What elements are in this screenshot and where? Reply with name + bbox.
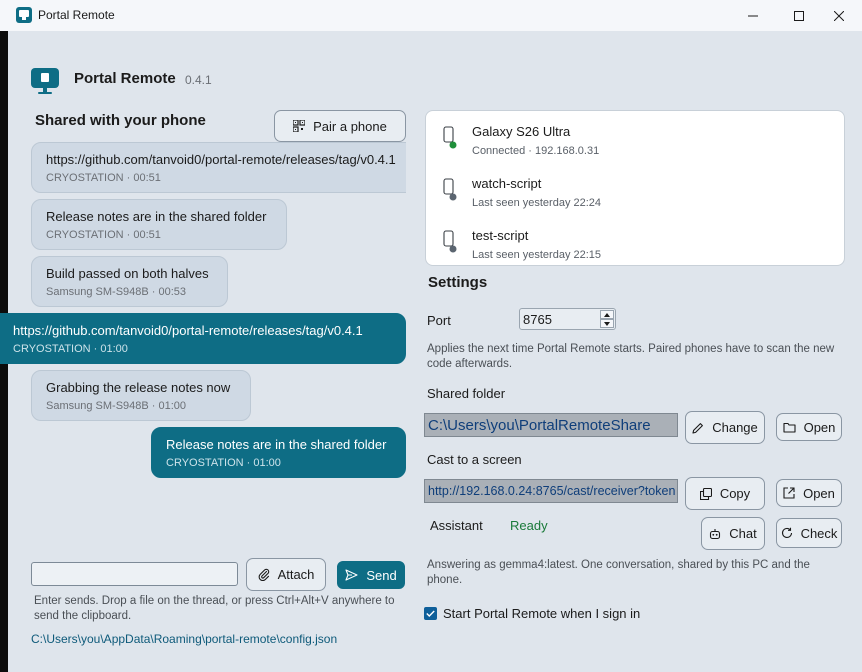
- chat-button[interactable]: Chat: [701, 517, 765, 550]
- device-name: Galaxy S26 Ultra: [472, 124, 571, 139]
- chat-label: Chat: [729, 526, 757, 541]
- device-status: Last seen yesterday 22:15: [472, 249, 602, 261]
- message-text: Release notes are in the shared folder: [166, 437, 387, 452]
- message-bubble-own[interactable]: https://github.com/tanvoid0/portal-remot…: [0, 313, 406, 364]
- close-icon: [834, 10, 844, 21]
- assistant-help-text: Answering as gemma4:latest. One conversa…: [427, 559, 810, 586]
- settings-title: Settings: [428, 274, 488, 291]
- checkmark-icon: [426, 610, 435, 617]
- device-status: Last seen yesterday 22:24: [472, 197, 602, 209]
- message-text: Release notes are in the shared folder: [46, 209, 267, 224]
- chevron-down-icon: [604, 321, 610, 326]
- port-increment-button[interactable]: [600, 310, 614, 319]
- attach-button[interactable]: Attach: [246, 558, 326, 591]
- message-bubble[interactable]: Release notes are in the shared folder C…: [31, 199, 287, 250]
- window-title: Portal Remote: [38, 8, 115, 22]
- assistant-label: Assistant: [430, 518, 483, 533]
- change-folder-button[interactable]: Change: [685, 411, 765, 444]
- attach-label: Attach: [277, 567, 315, 582]
- port-spinbox[interactable]: 8765: [519, 308, 616, 330]
- close-button[interactable]: [816, 0, 862, 31]
- message-text: Grabbing the release notes now: [46, 380, 231, 395]
- shared-folder-field[interactable]: C:\Users\you\PortalRemoteShare: [424, 413, 678, 437]
- status-dot: [449, 245, 457, 253]
- copy-url-button[interactable]: Copy: [685, 477, 765, 510]
- send-button[interactable]: Send: [337, 561, 405, 589]
- send-icon: [345, 569, 358, 581]
- device-name: test-script: [472, 228, 529, 243]
- change-label: Change: [712, 420, 758, 435]
- shared-folder-label: Shared folder: [427, 386, 506, 401]
- phone-icon: [443, 230, 457, 253]
- device-name: watch-script: [472, 176, 542, 191]
- folder-icon: [783, 422, 796, 433]
- shared-folder-value: C:\Users\you\PortalRemoteShare: [428, 417, 651, 434]
- app-icon: [16, 7, 32, 23]
- copy-icon: [699, 487, 712, 500]
- shared-section-title: Shared with your phone: [35, 112, 206, 129]
- device-status: Connected · 192.168.0.31: [472, 145, 600, 157]
- minimize-button[interactable]: [730, 0, 776, 31]
- device-list: Galaxy S26 Ultra Connected · 192.168.0.3…: [425, 110, 845, 266]
- paperclip-icon: [258, 568, 269, 581]
- cast-url-field[interactable]: http://192.168.0.24:8765/cast/receiver?t…: [424, 479, 678, 503]
- message-meta: CRYOSTATION · 00:51: [46, 229, 161, 241]
- port-decrement-button[interactable]: [600, 319, 614, 328]
- check-label: Check: [800, 525, 838, 541]
- message-meta: CRYOSTATION · 01:00: [13, 343, 128, 355]
- app-version: 0.4.1: [185, 73, 212, 87]
- refresh-icon: [781, 527, 792, 539]
- open-cast-label: Open: [803, 485, 835, 501]
- check-button[interactable]: Check: [776, 518, 842, 548]
- message-bubble[interactable]: Grabbing the release notes now Samsung S…: [31, 370, 251, 421]
- message-meta: CRYOSTATION · 00:51: [46, 172, 161, 184]
- chevron-up-icon: [604, 312, 610, 317]
- send-label: Send: [366, 567, 397, 583]
- composer-hint: Enter sends. Drop a file on the thread, …: [34, 595, 395, 622]
- message-meta: Samsung SM-S948B · 00:53: [46, 286, 187, 298]
- phone-icon: [443, 126, 457, 149]
- message-meta: CRYOSTATION · 01:00: [166, 457, 281, 469]
- robot-icon: [710, 528, 721, 539]
- open-cast-button[interactable]: Open: [776, 479, 842, 507]
- message-text: Build passed on both halves: [46, 266, 209, 281]
- message-bubble-own[interactable]: Release notes are in the shared folder C…: [151, 427, 406, 478]
- message-bubble[interactable]: Build passed on both halves Samsung SM-S…: [31, 256, 228, 307]
- message-bubble[interactable]: https://github.com/tanvoid0/portal-remot…: [31, 142, 406, 193]
- open-folder-button[interactable]: Open: [776, 413, 842, 441]
- message-thread[interactable]: https://github.com/tanvoid0/portal-remot…: [0, 130, 406, 490]
- external-link-icon: [783, 487, 795, 499]
- device-row[interactable]: watch-script Last seen yesterday 22:24: [426, 163, 844, 215]
- startup-label[interactable]: Start Portal Remote when I sign in: [443, 606, 640, 621]
- copy-label: Copy: [719, 486, 751, 501]
- port-value: 8765: [523, 312, 552, 327]
- status-dot: [449, 193, 457, 201]
- device-row[interactable]: test-script Last seen yesterday 22:15: [426, 215, 844, 267]
- config-path-link[interactable]: C:\Users\you\AppData\Roaming\portal-remo…: [31, 632, 337, 646]
- assistant-status: Ready: [510, 518, 548, 533]
- pencil-icon: [692, 422, 704, 434]
- phone-icon: [443, 178, 457, 201]
- cast-label: Cast to a screen: [427, 452, 522, 467]
- port-label: Port: [427, 313, 451, 328]
- app-name: Portal Remote: [74, 70, 176, 87]
- minimize-icon: [748, 15, 758, 16]
- open-folder-label: Open: [803, 419, 836, 435]
- device-row[interactable]: Galaxy S26 Ultra Connected · 192.168.0.3…: [426, 111, 844, 163]
- startup-checkbox[interactable]: [424, 607, 437, 620]
- message-input[interactable]: [31, 562, 238, 586]
- message-text: https://github.com/tanvoid0/portal-remot…: [46, 152, 396, 167]
- portal-logo-icon: [30, 66, 60, 96]
- cast-url-value: http://192.168.0.24:8765/cast/receiver?t…: [428, 484, 676, 498]
- message-text: https://github.com/tanvoid0/portal-remot…: [13, 323, 363, 338]
- port-help-text: Applies the next time Portal Remote star…: [427, 343, 835, 370]
- status-dot: [449, 141, 457, 149]
- maximize-icon: [794, 10, 804, 21]
- message-meta: Samsung SM-S948B · 01:00: [46, 400, 187, 412]
